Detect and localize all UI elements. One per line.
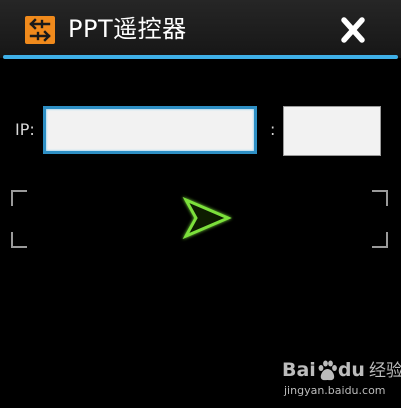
paw-icon (318, 360, 337, 380)
close-icon (341, 17, 365, 43)
connect-button[interactable] (178, 194, 234, 246)
frame-corner-top-left (11, 190, 27, 206)
swap-arrows-icon (25, 16, 55, 44)
watermark-url: jingyan.baidu.com (284, 384, 386, 397)
title-bar: PPT遥控器 (0, 0, 401, 58)
watermark-brand-right: du (337, 359, 365, 381)
close-button[interactable] (336, 14, 370, 46)
port-separator: : (270, 120, 276, 139)
baidu-jingyan-watermark: Bai du 经验 jingyan.baidu.com (282, 356, 401, 402)
ip-address-input[interactable] (43, 106, 257, 154)
frame-corner-top-right (372, 190, 388, 206)
send-arrow-icon (182, 196, 232, 240)
port-input[interactable] (283, 106, 381, 156)
window-title: PPT遥控器 (68, 15, 187, 43)
watermark-brand-left: Bai (282, 359, 316, 381)
ip-label: IP: (15, 120, 35, 139)
watermark-logo: Bai du 经验 (282, 356, 401, 385)
frame-corner-bottom-left (11, 232, 27, 248)
title-accent-bar (3, 55, 398, 59)
frame-corner-bottom-right (372, 232, 388, 248)
watermark-brand-suffix: 经验 (368, 361, 401, 381)
